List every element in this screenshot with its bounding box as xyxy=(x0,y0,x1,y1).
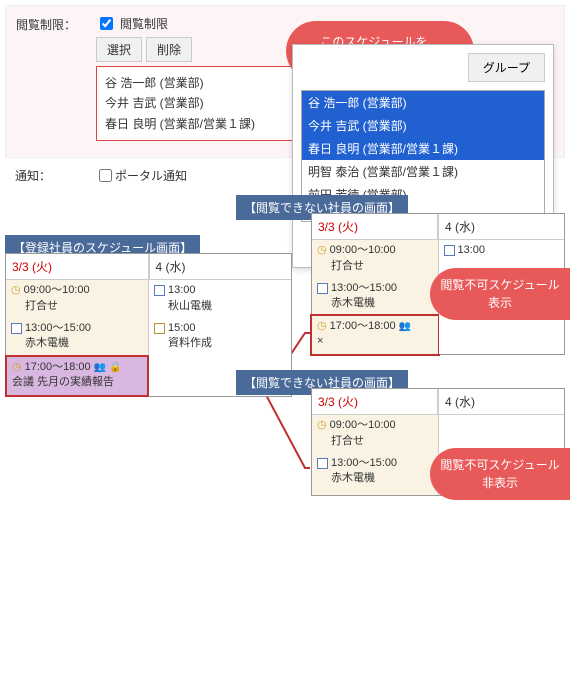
member-item: 谷 浩一郎 (営業部) xyxy=(105,73,285,93)
portal-notify-checkbox[interactable] xyxy=(99,169,112,182)
schedule-item-hidden[interactable]: ◷17:00～18:00 × xyxy=(312,316,438,354)
restriction-checkbox-label: 閲覧制限 xyxy=(120,15,168,32)
clock-icon: ◷ xyxy=(317,418,327,433)
shared-icon xyxy=(399,319,411,334)
category-icon xyxy=(154,285,165,296)
schedule-item[interactable]: 13:00 xyxy=(439,240,565,262)
delete-button[interactable]: 削除 xyxy=(146,37,192,62)
callout-shown: 閲覧不可スケジュール 表示 xyxy=(430,268,570,320)
clock-icon: ◷ xyxy=(317,319,327,334)
schedule-item-restricted[interactable]: ◷17:00～18:00 会議 先月の実績報告 xyxy=(7,357,147,395)
member-item: 春日 良明 (営業部/営業１課) xyxy=(105,114,285,134)
day-header: 3/3 (火) xyxy=(312,389,438,415)
schedule-comparison: 【登録社員のスケジュール画面】 3/3 (火) 4 (水) ◷09:00～10:… xyxy=(5,213,565,543)
schedule-item[interactable]: 13:00～15:00 赤木電機 xyxy=(312,453,438,491)
day-column-tue: ◷09:00～10:00 打合せ 13:00～15:00 赤木電機 ◷17:00… xyxy=(312,240,439,353)
callout-hidden: 閲覧不可スケジュール 非表示 xyxy=(430,448,570,500)
notify-label: 通知： xyxy=(15,167,95,184)
schedule-item[interactable]: ◷09:00～10:00 打合せ xyxy=(312,240,438,278)
restriction-label: 閲覧制限： xyxy=(16,14,96,33)
schedule-item[interactable]: 13:00～15:00 赤木電機 xyxy=(6,318,148,356)
day-header: 3/3 (火) xyxy=(6,254,149,280)
lock-icon xyxy=(109,360,121,375)
day-header: 4 (水) xyxy=(149,254,292,280)
category-icon xyxy=(11,323,22,334)
dropdown-option[interactable]: 明智 泰治 (営業部/営業１課) xyxy=(302,160,544,183)
clock-icon: ◷ xyxy=(11,283,21,298)
group-button[interactable]: グループ xyxy=(468,53,545,82)
category-icon xyxy=(444,245,455,256)
restriction-section: 閲覧制限： 閲覧制限 選択 削除 谷 浩一郎 (営業部) 今井 吉武 (営業部)… xyxy=(5,5,565,158)
day-column-tue: ◷09:00～10:00 打合せ 13:00～15:00 赤木電機 ◷17:00… xyxy=(6,280,149,395)
schedule-item[interactable]: 13:00 秋山電機 xyxy=(149,280,291,318)
dropdown-option[interactable]: 春日 良明 (営業部/営業１課) xyxy=(302,137,544,160)
member-item: 今井 吉武 (営業部) xyxy=(105,93,285,113)
portal-notify-label: ポータル通知 xyxy=(115,167,187,184)
selected-members-list: 谷 浩一郎 (営業部) 今井 吉武 (営業部) 春日 良明 (営業部/営業１課) xyxy=(96,66,294,141)
category-icon xyxy=(317,458,328,469)
day-column-tue: ◷09:00～10:00 打合せ 13:00～15:00 赤木電機 xyxy=(312,415,439,495)
category-icon xyxy=(154,323,165,334)
restriction-checkbox[interactable] xyxy=(100,17,113,30)
schedule-item[interactable]: 15:00 資料作成 xyxy=(149,318,291,356)
clock-icon: ◷ xyxy=(12,360,22,375)
day-header: 4 (水) xyxy=(438,389,564,415)
clock-icon: ◷ xyxy=(317,243,327,258)
dropdown-option[interactable]: 谷 浩一郎 (営業部) xyxy=(302,91,544,114)
select-button[interactable]: 選択 xyxy=(96,37,142,62)
schedule-item[interactable]: ◷09:00～10:00 打合せ xyxy=(6,280,148,318)
schedule-item[interactable]: ◷09:00～10:00 打合せ xyxy=(312,415,438,453)
shared-icon xyxy=(94,360,106,375)
category-icon xyxy=(317,283,328,294)
day-header: 3/3 (火) xyxy=(312,214,438,240)
dropdown-option[interactable]: 今井 吉武 (営業部) xyxy=(302,114,544,137)
day-header: 4 (水) xyxy=(438,214,564,240)
schedule-item[interactable]: 13:00～15:00 赤木電機 xyxy=(312,278,438,316)
